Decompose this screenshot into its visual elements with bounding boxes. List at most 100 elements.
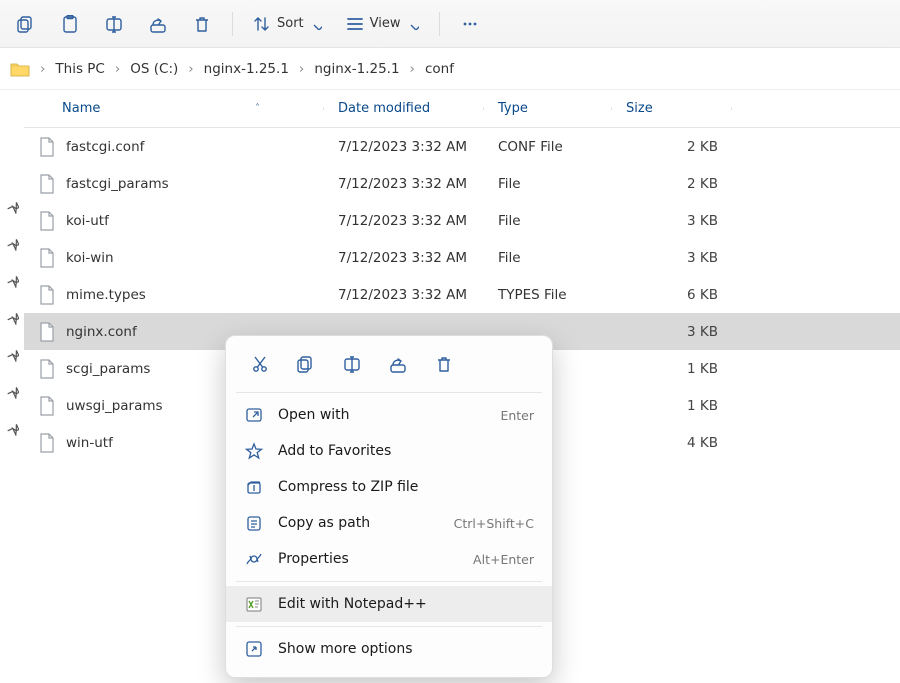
file-type-cell: TYPES File (484, 287, 612, 303)
table-row[interactable]: mime.types7/12/2023 3:32 AMTYPES File6 K… (24, 276, 900, 313)
file-name: koi-win (66, 250, 114, 266)
context-item-label: Show more options (278, 641, 534, 657)
file-name: uwsgi_params (66, 398, 163, 414)
file-name-cell: mime.types (24, 285, 324, 305)
file-name: fastcgi.conf (66, 139, 144, 155)
file-date-cell: 7/12/2023 3:32 AM (324, 139, 484, 155)
folder-icon (10, 59, 30, 79)
context-item-shortcut: Alt+Enter (473, 552, 534, 567)
breadcrumb-item[interactable]: nginx-1.25.1 (308, 57, 405, 81)
context-menu: Open withEnter Add to Favorites Compress t… (225, 335, 553, 678)
file-type-cell: File (484, 176, 612, 192)
context-item-label: Add to Favorites (278, 443, 534, 459)
breadcrumb-item[interactable]: OS (C:) (124, 57, 184, 81)
file-type-cell: File (484, 250, 612, 266)
pin-slot (0, 337, 24, 374)
context-item-label: Compress to ZIP file (278, 479, 534, 495)
file-icon (38, 359, 56, 379)
pin-icon (6, 349, 19, 362)
context-item-shortcut: Enter (500, 408, 534, 423)
file-icon (38, 285, 56, 305)
sort-label: Sort (277, 16, 304, 31)
delete-button[interactable] (182, 6, 222, 42)
context-icon-row (226, 344, 552, 388)
file-icon (38, 396, 56, 416)
file-icon (38, 322, 56, 342)
context-item-label: Properties (278, 551, 459, 567)
context-separator (236, 581, 542, 582)
table-row[interactable]: koi-utf7/12/2023 3:32 AMFile3 KB (24, 202, 900, 239)
context-item-label: Edit with Notepad++ (278, 596, 534, 612)
file-name-cell: koi-utf (24, 211, 324, 231)
context-cut-button[interactable] (240, 348, 280, 380)
pin-icon (6, 386, 19, 399)
column-headers: Name ˄ Date modified Type Size (24, 90, 900, 128)
table-row[interactable]: fastcgi_params7/12/2023 3:32 AMFile2 KB (24, 165, 900, 202)
context-item[interactable]: Compress to ZIP file (226, 469, 552, 505)
pin-slot (0, 374, 24, 411)
column-header-name[interactable]: Name ˄ (24, 101, 324, 116)
context-share-button[interactable] (378, 348, 418, 380)
table-row[interactable]: koi-win 7/12/2023 3:32 AMFile3 KB (24, 239, 900, 276)
chevron-right-icon: › (408, 61, 417, 77)
sort-button[interactable]: Sort (243, 6, 332, 42)
breadcrumb: › This PC › OS (C:) › nginx-1.25.1 › ngi… (0, 48, 900, 90)
context-item-label: Copy as path (278, 515, 440, 531)
paste-button[interactable] (50, 6, 90, 42)
toolbar-separator (232, 12, 233, 36)
context-item[interactable]: Open withEnter (226, 397, 552, 433)
file-type-cell: File (484, 213, 612, 229)
file-icon (38, 174, 56, 194)
context-copy-button[interactable] (286, 348, 326, 380)
context-item-icon (244, 406, 264, 424)
file-size-cell: 1 KB (612, 361, 732, 377)
context-item[interactable]: Edit with Notepad++ (226, 586, 552, 622)
breadcrumb-item[interactable]: nginx-1.25.1 (198, 57, 295, 81)
file-size-cell: 4 KB (612, 435, 732, 451)
context-rename-button[interactable] (332, 348, 372, 380)
file-icon (38, 248, 56, 268)
file-name-cell: koi-win (24, 248, 324, 268)
context-item-icon (244, 514, 264, 532)
file-icon (38, 137, 56, 157)
context-item-icon (244, 640, 264, 658)
context-item-icon (244, 442, 264, 460)
pin-icon (6, 201, 19, 214)
new-button[interactable] (6, 6, 46, 42)
view-button[interactable]: View (336, 6, 429, 42)
context-item[interactable]: Properties Alt+Enter (226, 541, 552, 577)
context-separator (236, 626, 542, 627)
column-header-type[interactable]: Type (484, 101, 612, 116)
context-delete-button[interactable] (424, 348, 464, 380)
file-date-cell: 7/12/2023 3:32 AM (324, 250, 484, 266)
context-item[interactable]: Show more options (226, 631, 552, 667)
file-size-cell: 6 KB (612, 287, 732, 303)
file-type-cell: CONF File (484, 139, 612, 155)
file-name: win-utf (66, 435, 113, 451)
file-name-cell: fastcgi_params (24, 174, 324, 194)
toolbar: Sort View (0, 0, 900, 48)
pin-column (0, 90, 24, 683)
context-item[interactable]: Copy as pathCtrl+Shift+C (226, 505, 552, 541)
context-item-icon (244, 550, 264, 568)
rename-button[interactable] (94, 6, 134, 42)
context-item[interactable]: Add to Favorites (226, 433, 552, 469)
context-separator (236, 392, 542, 393)
file-size-cell: 2 KB (612, 176, 732, 192)
breadcrumb-item[interactable]: This PC (49, 57, 110, 81)
file-name: nginx.conf (66, 324, 137, 340)
file-size-cell: 2 KB (612, 139, 732, 155)
breadcrumb-item[interactable]: conf (419, 57, 460, 81)
view-label: View (370, 16, 401, 31)
context-item-icon (244, 478, 264, 496)
file-date-cell: 7/12/2023 3:32 AM (324, 176, 484, 192)
sort-indicator-icon: ˄ (255, 103, 260, 114)
column-header-date[interactable]: Date modified (324, 101, 484, 116)
share-button[interactable] (138, 6, 178, 42)
file-size-cell: 3 KB (612, 324, 732, 340)
table-row[interactable]: fastcgi.conf 7/12/2023 3:32 AMCONF File2 … (24, 128, 900, 165)
more-button[interactable] (450, 6, 490, 42)
pin-slot (0, 411, 24, 448)
file-size-cell: 3 KB (612, 250, 732, 266)
column-header-size[interactable]: Size (612, 101, 732, 116)
